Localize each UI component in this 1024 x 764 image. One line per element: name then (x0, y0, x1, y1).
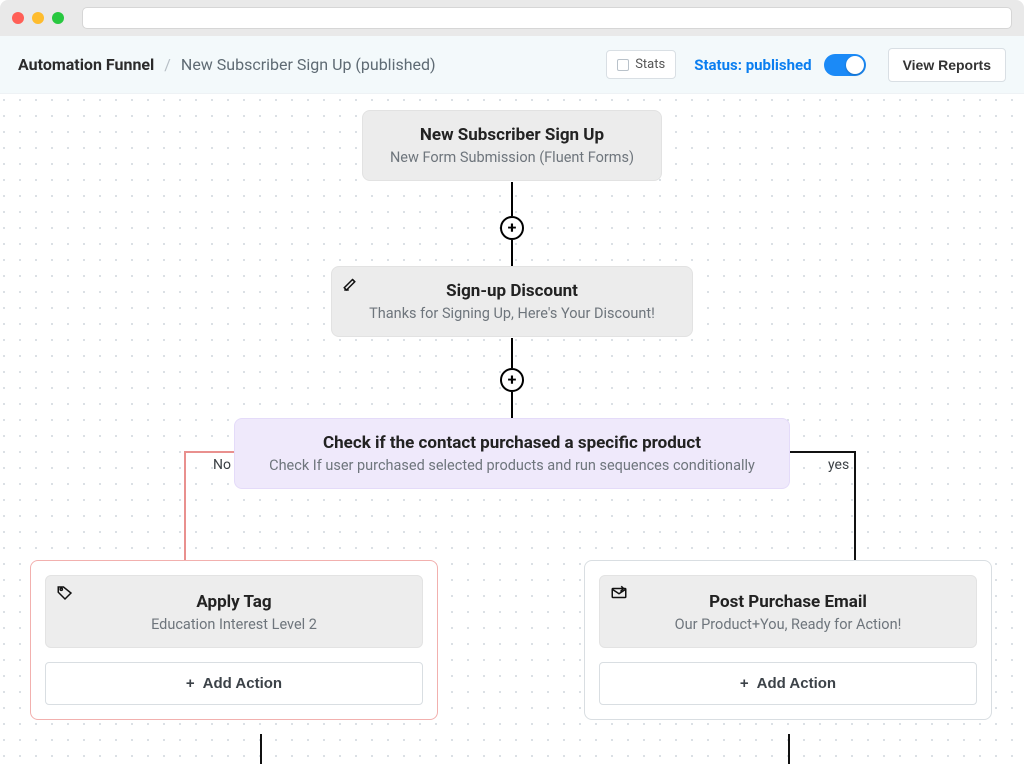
close-window-icon[interactable] (12, 12, 24, 24)
checkbox-icon (617, 59, 629, 71)
traffic-lights (12, 12, 64, 24)
add-action-button-no[interactable]: + Add Action (45, 662, 423, 705)
breadcrumb-root[interactable]: Automation Funnel (18, 55, 154, 74)
funnel-canvas[interactable]: New Subscriber Sign Up New Form Submissi… (0, 94, 1024, 764)
add-step-button[interactable]: + (500, 216, 524, 240)
connector (260, 734, 262, 764)
plus-icon: + (508, 372, 517, 388)
view-reports-button[interactable]: View Reports (888, 48, 1006, 82)
stats-toggle[interactable]: Stats (606, 50, 676, 79)
apply-tag-node[interactable]: Apply Tag Education Interest Level 2 (45, 575, 423, 648)
trigger-subtitle: New Form Submission (Fluent Forms) (381, 149, 643, 166)
add-action-button-yes[interactable]: + Add Action (599, 662, 977, 705)
plus-icon: + (740, 675, 749, 692)
connector (511, 182, 513, 216)
no-branch-container: Apply Tag Education Interest Level 2 + A… (30, 560, 438, 720)
connector (511, 240, 513, 266)
post-purchase-subtitle: Our Product+You, Ready for Action! (618, 616, 958, 633)
stats-label: Stats (635, 57, 665, 72)
breadcrumb-separator: / (164, 55, 171, 74)
email-node-subtitle: Thanks for Signing Up, Here's Your Disco… (350, 305, 674, 322)
status-label: Status: published (694, 56, 811, 74)
branch-yes-label: yes (828, 457, 849, 473)
trigger-node[interactable]: New Subscriber Sign Up New Form Submissi… (362, 110, 662, 181)
connector (511, 338, 513, 368)
connector (511, 392, 513, 418)
add-action-label: Add Action (757, 675, 836, 692)
breadcrumb-current: New Subscriber Sign Up (published) (181, 55, 436, 74)
apply-tag-title: Apply Tag (64, 592, 404, 612)
email-node[interactable]: Sign-up Discount Thanks for Signing Up, … (331, 266, 693, 337)
publish-toggle[interactable] (824, 54, 866, 76)
compose-email-icon (610, 584, 628, 602)
post-purchase-email-node[interactable]: Post Purchase Email Our Product+You, Rea… (599, 575, 977, 648)
email-node-title: Sign-up Discount (350, 281, 674, 301)
window-titlebar (0, 0, 1024, 36)
add-step-button[interactable]: + (500, 368, 524, 392)
trigger-title: New Subscriber Sign Up (381, 125, 643, 145)
connector-no (184, 451, 234, 453)
apply-tag-subtitle: Education Interest Level 2 (64, 616, 404, 633)
page-header: Automation Funnel / New Subscriber Sign … (0, 36, 1024, 94)
plus-icon: + (186, 675, 195, 692)
compose-email-icon (342, 275, 360, 293)
connector-no (184, 451, 186, 560)
plus-icon: + (508, 220, 517, 236)
connector-yes (854, 451, 856, 560)
conditional-subtitle: Check If user purchased selected product… (253, 457, 771, 474)
connector-yes (790, 451, 856, 453)
address-bar[interactable] (82, 7, 1012, 29)
add-action-label: Add Action (203, 675, 282, 692)
branch-no-label: No (213, 457, 231, 473)
post-purchase-title: Post Purchase Email (618, 592, 958, 612)
breadcrumb: Automation Funnel / New Subscriber Sign … (18, 55, 436, 74)
conditional-title: Check if the contact purchased a specifi… (253, 433, 771, 453)
tag-icon (56, 584, 74, 602)
connector (788, 734, 790, 764)
yes-branch-container: Post Purchase Email Our Product+You, Rea… (584, 560, 992, 720)
maximize-window-icon[interactable] (52, 12, 64, 24)
minimize-window-icon[interactable] (32, 12, 44, 24)
conditional-node[interactable]: Check if the contact purchased a specifi… (234, 418, 790, 489)
